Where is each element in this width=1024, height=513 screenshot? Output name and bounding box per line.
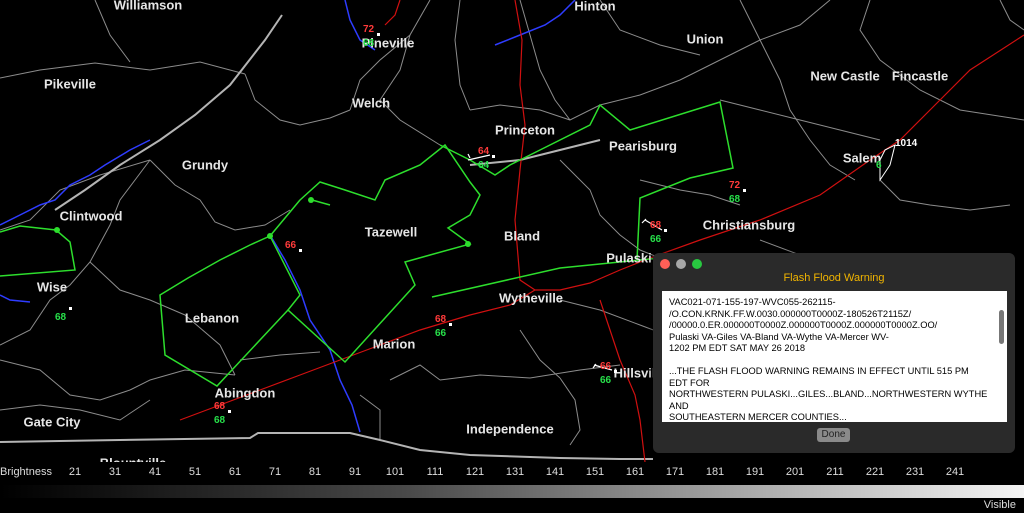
brightness-tick: 231 bbox=[905, 466, 925, 478]
place-label: Wise bbox=[36, 279, 68, 295]
warning-text: VAC021-071-155-197-WVC055-262115-/O.CON.… bbox=[662, 291, 1007, 422]
dewpoint-value: 68 bbox=[729, 194, 741, 205]
brightness-label: Brightness bbox=[0, 466, 52, 478]
brightness-tick: 141 bbox=[545, 466, 565, 478]
station-dot bbox=[69, 307, 72, 310]
brightness-tick: 221 bbox=[865, 466, 885, 478]
brightness-gradient[interactable] bbox=[0, 485, 1024, 498]
flash-flood-warning-dialog: Flash Flood Warning VAC021-071-155-197-W… bbox=[653, 253, 1015, 453]
temperature-value: 68 bbox=[214, 401, 226, 412]
brightness-tick: 181 bbox=[705, 466, 725, 478]
place-label: Welch bbox=[351, 95, 391, 111]
warning-text-line: NORTHWESTERN PULASKI...GILES...BLAND...N… bbox=[669, 389, 988, 399]
brightness-tick: 211 bbox=[826, 466, 844, 478]
warning-text-line: SOUTHEASTERN MERCER COUNTIES... bbox=[669, 412, 847, 422]
brightness-tick: 51 bbox=[188, 466, 202, 478]
place-label: Fincastle bbox=[891, 68, 949, 84]
brightness-tick: 241 bbox=[945, 466, 965, 478]
station-dot bbox=[377, 33, 380, 36]
state-border bbox=[0, 14, 653, 460]
place-label: Bland bbox=[503, 228, 541, 244]
temperature-value: 66 bbox=[285, 240, 297, 251]
dewpoint-value: 68 bbox=[363, 38, 375, 49]
place-label: Williamson bbox=[113, 0, 183, 13]
close-window-button[interactable] bbox=[660, 259, 670, 269]
station-dot bbox=[614, 370, 617, 373]
place-label: New Castle bbox=[810, 68, 880, 84]
place-label: Wytheville bbox=[498, 290, 564, 306]
place-label: Grundy bbox=[181, 157, 229, 173]
dewpoint-value: 66 bbox=[435, 328, 447, 339]
place-label: Pearisburg bbox=[609, 138, 677, 154]
brightness-tick: 111 bbox=[426, 466, 444, 478]
warning-text-line bbox=[669, 355, 993, 367]
brightness-tick: 91 bbox=[348, 466, 362, 478]
temperature-value: 68 bbox=[435, 314, 447, 325]
brightness-tick: 101 bbox=[385, 466, 405, 478]
brightness-tick: 121 bbox=[465, 466, 485, 478]
dewpoint-value: 68 bbox=[214, 415, 226, 426]
warning-text-line: AND bbox=[669, 400, 689, 411]
text-scrollbar[interactable] bbox=[999, 310, 1004, 344]
warning-text-area[interactable]: VAC021-071-155-197-WVC055-262115-/O.CON.… bbox=[662, 291, 1007, 422]
brightness-tick: 41 bbox=[148, 466, 162, 478]
place-label: Clintwood bbox=[59, 208, 123, 224]
dewpoint-value: 66 bbox=[600, 375, 612, 386]
minimize-window-button[interactable] bbox=[676, 259, 686, 269]
station-dot bbox=[743, 189, 746, 192]
temperature-value: 66 bbox=[600, 361, 612, 372]
station-dot bbox=[299, 249, 302, 252]
salem-pressure: 1014 bbox=[895, 138, 918, 149]
place-label: Tazewell bbox=[364, 224, 418, 240]
brightness-tick: 61 bbox=[228, 466, 242, 478]
place-label: Gate City bbox=[23, 414, 81, 430]
station-dot bbox=[492, 155, 495, 158]
place-label: Princeton bbox=[495, 122, 555, 138]
brightness-tick: 81 bbox=[308, 466, 322, 478]
place-label: Abingdon bbox=[214, 385, 276, 401]
place-label: Pulaski bbox=[606, 250, 652, 266]
warning-text-line: 1202 PM EDT SAT MAY 26 2018 bbox=[669, 343, 806, 353]
temperature-value: 72 bbox=[729, 180, 741, 191]
temperature-value: 64 bbox=[478, 146, 490, 157]
brightness-tick: 71 bbox=[268, 466, 282, 478]
salem-station-symbol bbox=[879, 144, 896, 182]
warning-text-line: /00000.0.ER.000000T0000Z.000000T0000Z.00… bbox=[669, 320, 938, 330]
brightness-bar[interactable]: Brightness 21 31 41 51 61 71 81 91 101 111 121 131 1… bbox=[0, 462, 1024, 513]
station-dot bbox=[228, 410, 231, 413]
warning-text-line: VAC021-071-155-197-WVC055-262115- bbox=[669, 297, 836, 307]
brightness-tick: 131 bbox=[505, 466, 525, 478]
warning-text-line: Pulaski VA-Giles VA-Bland VA-Wythe VA-Me… bbox=[669, 331, 889, 342]
brightness-tick: 171 bbox=[665, 466, 685, 478]
station-dot bbox=[449, 323, 452, 326]
place-label: Marion bbox=[372, 336, 416, 352]
brightness-tick: 161 bbox=[625, 466, 645, 478]
brightness-tick: 151 bbox=[585, 466, 605, 478]
temperature-value: 68 bbox=[650, 220, 662, 231]
temperature-value: 72 bbox=[363, 24, 375, 35]
place-label: Christiansburg bbox=[702, 217, 796, 233]
place-label: Lebanon bbox=[184, 310, 240, 326]
place-label: Union bbox=[686, 31, 724, 47]
dewpoint-value: 66 bbox=[650, 234, 662, 245]
visible-label: Visible bbox=[983, 499, 1016, 511]
place-label: Hinton bbox=[574, 0, 616, 14]
station-dot bbox=[664, 229, 667, 232]
brightness-tick: 191 bbox=[745, 466, 765, 478]
warning-text-line: /O.CON.KRNK.FF.W.0030.000000T0000Z-18052… bbox=[669, 308, 912, 319]
brightness-tick: 21 bbox=[68, 466, 82, 478]
dewpoint-value: 68 bbox=[55, 312, 67, 323]
zoom-window-button[interactable] bbox=[692, 259, 702, 269]
warning-text-line: ...THE FLASH FLOOD WARNING REMAINS IN EF… bbox=[669, 366, 969, 376]
brightness-tick: 201 bbox=[785, 466, 805, 478]
salem-dewpoint: 6 bbox=[876, 160, 882, 171]
dewpoint-value: 64 bbox=[478, 160, 490, 171]
brightness-tick: 31 bbox=[108, 466, 122, 478]
place-label: Pikeville bbox=[43, 76, 97, 92]
done-button[interactable]: Done bbox=[817, 428, 850, 442]
dialog-title: Flash Flood Warning bbox=[783, 272, 885, 284]
warning-text-line: EDT FOR bbox=[669, 377, 710, 388]
place-label: Independence bbox=[466, 421, 554, 437]
